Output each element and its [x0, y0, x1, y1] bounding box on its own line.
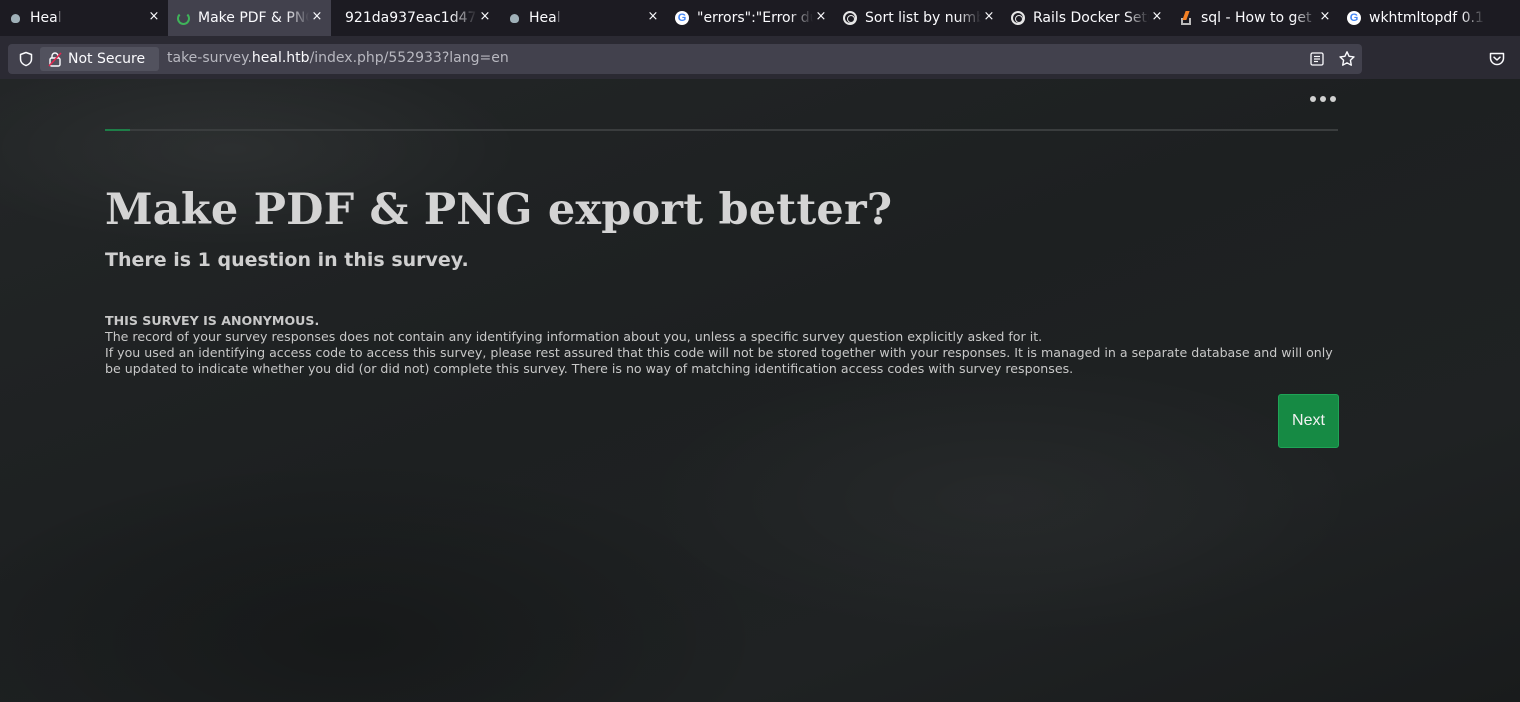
tab-close-icon[interactable]: ×: [1317, 9, 1333, 25]
reader-view-icon[interactable]: [1310, 52, 1324, 66]
tab-survey[interactable]: Make PDF & PNG export better? ×: [168, 0, 331, 36]
navigation-bar: Not Secure take-survey.heal.htb/index.ph…: [0, 36, 1520, 79]
tab-label: Rails Docker Setup: [1033, 10, 1149, 26]
privacy-text-1: The record of your survey responses does…: [105, 329, 1043, 344]
tab-label: Heal: [529, 10, 561, 26]
more-options-icon[interactable]: [1310, 93, 1336, 105]
site-security-button[interactable]: Not Secure: [40, 47, 159, 71]
survey-title: Make PDF & PNG export better?: [105, 185, 893, 235]
tab-close-icon[interactable]: ×: [477, 9, 493, 25]
stackoverflow-favicon-icon: [1179, 11, 1193, 25]
next-button[interactable]: Next: [1278, 394, 1339, 448]
tab-close-icon[interactable]: ×: [981, 9, 997, 25]
heal-favicon-icon: [507, 11, 521, 25]
tracking-protection-shield-icon[interactable]: [18, 51, 34, 67]
pocket-icon[interactable]: [1488, 50, 1506, 68]
tab-label: Make PDF & PNG export better?: [198, 10, 309, 26]
tab-label: sql - How to get all: [1201, 10, 1317, 26]
heal-favicon-icon: [8, 11, 22, 25]
tab-strip: Heal × Make PDF & PNG export better? × 9…: [0, 0, 1520, 36]
bookmark-star-icon[interactable]: [1338, 50, 1356, 68]
tab-label: wkhtmltopdf 0.12: [1369, 10, 1485, 26]
loading-spinner-icon: [176, 11, 190, 25]
url-subdomain: take-survey.: [167, 50, 252, 66]
question-count-text: There is 1 question in this survey.: [105, 249, 469, 271]
google-favicon-icon: G: [1347, 11, 1361, 25]
openai-favicon-icon: [843, 11, 857, 25]
tab-close-icon[interactable]: ×: [146, 9, 162, 25]
tab-close-icon[interactable]: ×: [645, 9, 661, 25]
url-path: /index.php/552933?lang=en: [309, 50, 509, 66]
tab-sql[interactable]: sql - How to get all ×: [1171, 0, 1339, 36]
tab-close-icon[interactable]: ×: [309, 9, 325, 25]
survey-progress-fill: [105, 129, 130, 131]
tab-label: Sort list by number: [865, 10, 981, 26]
url-bar[interactable]: Not Secure take-survey.heal.htb/index.ph…: [8, 44, 1362, 74]
tab-google-errors[interactable]: G "errors":"Error during ×: [667, 0, 835, 36]
url-text[interactable]: take-survey.heal.htb/index.php/552933?la…: [167, 50, 509, 66]
tab-heal-2[interactable]: Heal ×: [499, 0, 667, 36]
survey-progress-bar: [105, 129, 1338, 131]
tab-heal-1[interactable]: Heal ×: [0, 0, 168, 36]
tab-label: 921da937eac1d470b: [345, 10, 477, 26]
tab-label: Heal: [30, 10, 62, 26]
google-favicon-icon: G: [675, 11, 689, 25]
insecure-lock-icon: [48, 52, 62, 67]
privacy-notice: This survey is anonymous. The record of …: [105, 313, 1340, 377]
tab-rails-docker[interactable]: Rails Docker Setup ×: [1003, 0, 1171, 36]
security-label: Not Secure: [68, 51, 146, 67]
tab-label: "errors":"Error during: [697, 10, 813, 26]
url-host: heal.htb: [251, 50, 310, 66]
tab-close-icon[interactable]: ×: [1149, 9, 1165, 25]
survey-page: Make PDF & PNG export better? There is 1…: [0, 79, 1520, 702]
tab-hash[interactable]: 921da937eac1d470b ×: [331, 0, 499, 36]
tab-sort-list[interactable]: Sort list by number ×: [835, 0, 1003, 36]
openai-favicon-icon: [1011, 11, 1025, 25]
tab-close-icon[interactable]: ×: [813, 9, 829, 25]
tab-wkhtmltopdf[interactable]: G wkhtmltopdf 0.12: [1339, 0, 1507, 36]
privacy-text-2: If you used an identifying access code t…: [105, 345, 1333, 376]
privacy-heading: This survey is anonymous.: [105, 313, 320, 328]
